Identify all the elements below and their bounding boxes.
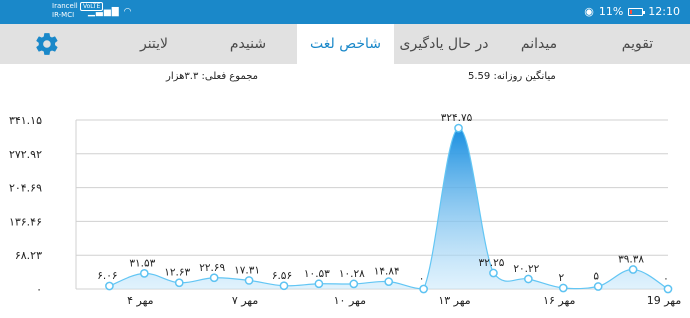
actual-total: مجموع فعلی: ۳.۳هزار [166, 71, 259, 82]
x-tick-label: ۱۶ مهر [543, 294, 575, 307]
carrier-name-2: IR-MCI [52, 11, 75, 19]
data-label: ۵ [593, 271, 599, 283]
x-tick-label: ۷ مهر [232, 294, 259, 307]
settings-gear-icon[interactable] [32, 29, 62, 59]
data-label: ۶.۰۶ [97, 270, 117, 282]
data-point [174, 278, 184, 288]
data-point [454, 123, 463, 133]
data-point [524, 274, 533, 284]
x-tick-label: ۱۰ مهر [334, 294, 366, 307]
status-bar: Irancell VoLTE IR-MCI ▁▃▅▇ ◠ ◉ 11% 12:10 [0, 0, 690, 24]
data-point [558, 283, 568, 293]
x-tick-label: ۴ مهر [127, 294, 154, 307]
eye-comfort-icon: ◉ [584, 5, 594, 18]
data-point [244, 276, 254, 285]
data-point [663, 284, 673, 294]
data-point [349, 279, 359, 289]
data-label: ۲۰.۲۲ [513, 263, 539, 275]
data-label: ۱۲.۶۳ [164, 267, 190, 279]
data-label: ۲ [558, 272, 564, 284]
tab-known[interactable]: میدانم [494, 24, 584, 64]
y-tick-label: ۱۳۶.۴۶ [9, 215, 42, 228]
data-label: ۳۲۴.۷۵ [441, 112, 473, 124]
system-icons: ◉ 11% 12:10 [584, 5, 680, 18]
clock: 12:10 [648, 5, 680, 18]
data-point [279, 281, 289, 291]
data-point [384, 277, 394, 286]
data-label: ۲۲.۶۹ [199, 262, 225, 274]
y-tick-label: ۲۷۲.۹۲ [9, 148, 42, 161]
wifi-icon: ◠ [123, 7, 133, 17]
data-point [489, 268, 498, 278]
data-label: ۰ [419, 273, 425, 285]
tab-bar: تقویم میدانم در حال یادگیری شاخص لغت شنی… [0, 24, 690, 64]
y-tick-label: ۲۰۴.۶۹ [9, 182, 42, 195]
data-label: ۳۲.۲۵ [478, 257, 504, 269]
y-tick-label: ۳۴۱.۱۵ [9, 114, 42, 127]
daily-average: میانگین روزانه: 5.59 [468, 71, 556, 82]
data-point [209, 273, 219, 283]
tab-word-index[interactable]: شاخص لغت [297, 24, 394, 64]
data-point [628, 265, 638, 274]
tab-leitner[interactable]: لایتنر [110, 24, 198, 64]
data-label: ۱۰.۵۳ [304, 268, 330, 280]
data-label: ۶.۵۶ [272, 270, 292, 282]
battery-icon [628, 7, 646, 16]
data-point [593, 282, 603, 291]
x-tick-label: 19 مهر [647, 294, 682, 307]
data-point [314, 279, 324, 289]
data-label: ۱۷.۳۱ [234, 264, 260, 276]
carrier-name-1: Irancell [52, 2, 78, 10]
data-label: ۰ [663, 273, 669, 285]
y-tick-label: ۰ [36, 283, 42, 296]
data-label: ۳۱.۵۳ [129, 257, 155, 269]
data-point [105, 281, 114, 291]
tab-calendar[interactable]: تقویم [585, 24, 690, 64]
data-label: ۳۹.۳۸ [618, 253, 644, 265]
data-label: ۱۰.۲۸ [339, 268, 365, 280]
data-point [419, 284, 428, 294]
y-tick-label: ۶۸.۲۳ [15, 249, 42, 262]
data-label: ۱۴.۸۴ [374, 266, 400, 278]
word-index-chart: ۰ ۶۸.۲۳ ۱۳۶.۴۶ ۲۰۴.۶۹ ۲۷۲.۹۲ ۳۴۱.۱۵ ۶.۰۶ ۳۱.۵۳ ۱… [9, 112, 682, 307]
signal-wifi-icons: ▁▃▅▇ ◠ [88, 7, 132, 17]
data-point [139, 269, 149, 278]
tab-heard[interactable]: شنیدم [198, 24, 298, 64]
signal-icon: ▁▃▅▇ [88, 7, 120, 17]
battery-percent: 11% [598, 5, 624, 18]
tab-learning[interactable]: در حال یادگیری [393, 24, 495, 64]
x-tick-label: ۱۳ مهر [438, 294, 470, 307]
